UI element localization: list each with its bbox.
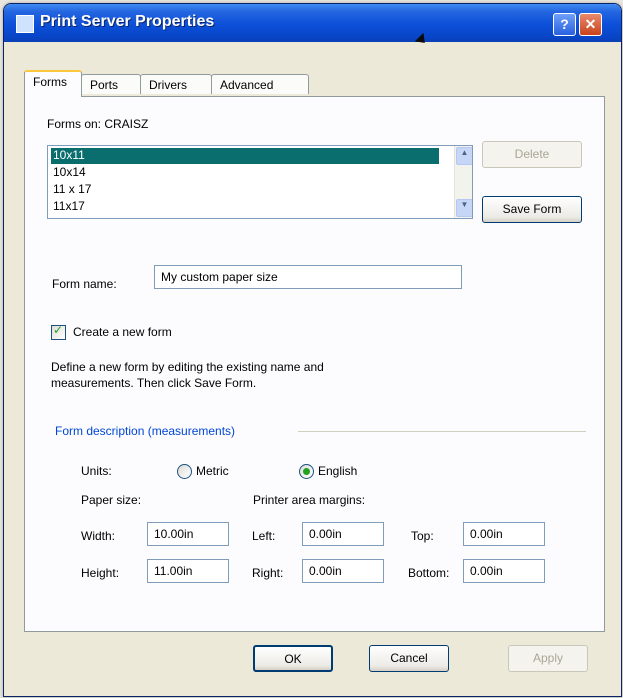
close-button[interactable]: ✕ [579, 13, 602, 36]
apply-button[interactable]: Apply [508, 645, 588, 672]
delete-button[interactable]: Delete [482, 141, 582, 168]
mouse-cursor-icon [414, 32, 430, 48]
left-margin-field[interactable]: 0.00in [302, 522, 384, 546]
tab-advanced[interactable]: Advanced [211, 74, 309, 94]
create-new-form-checkbox[interactable] [51, 323, 66, 340]
tab-ports[interactable]: Ports [81, 74, 141, 94]
units-label: Units: [81, 464, 112, 478]
height-label: Height: [81, 566, 120, 580]
save-form-button[interactable]: Save Form [482, 196, 582, 223]
width-label: Width: [81, 529, 116, 543]
help-button[interactable]: ? [553, 13, 576, 36]
form-name-field[interactable]: My custom paper size [154, 265, 462, 289]
tab-forms[interactable]: Forms [24, 70, 82, 97]
top-margin-field[interactable]: 0.00in [463, 522, 545, 546]
title-bar[interactable]: Print Server Properties ? ✕ [4, 4, 621, 48]
list-item[interactable]: 11x17 [51, 199, 85, 215]
metric-radio[interactable] [177, 464, 192, 479]
list-item[interactable]: 10x14 [51, 165, 86, 181]
list-scrollbar[interactable]: ▲ ▼ [454, 146, 472, 218]
right-margin-field[interactable]: 0.00in [302, 559, 384, 583]
right-margin-label: Right: [252, 566, 284, 580]
english-label[interactable]: English [318, 464, 357, 478]
printer-area-margins-label: Printer area margins: [253, 493, 366, 507]
top-margin-label: Top: [411, 529, 434, 543]
metric-label[interactable]: Metric [196, 464, 229, 478]
form-description-group-title: Form description (measurements) [55, 424, 236, 438]
left-margin-label: Left: [252, 529, 276, 543]
paper-size-label: Paper size: [81, 493, 142, 507]
bottom-margin-field[interactable]: 0.00in [463, 559, 545, 583]
list-item[interactable]: 11 x 17 [51, 182, 91, 198]
forms-on-label: Forms on: CRAISZ [47, 117, 149, 131]
forms-listbox[interactable]: 10x11 10x14 11 x 17 11x17 ▲ ▼ [47, 145, 473, 219]
bottom-margin-label: Bottom: [408, 566, 450, 580]
width-field[interactable]: 10.00in [147, 522, 229, 546]
tab-drivers[interactable]: Drivers [140, 74, 212, 94]
forms-tab-panel: Forms on: CRAISZ 10x11 10x14 11 x 17 11x… [24, 96, 605, 632]
description-line-1: Define a new form by editing the existin… [51, 360, 324, 374]
height-field[interactable]: 11.00in [147, 559, 229, 583]
ok-button[interactable]: OK [253, 645, 333, 672]
description-line-2: measurements. Then click Save Form. [51, 376, 257, 390]
group-divider [298, 431, 586, 432]
print-server-properties-window: Print Server Properties ? ✕ Forms Ports … [3, 3, 622, 697]
scroll-down-arrow-icon[interactable]: ▼ [456, 199, 472, 217]
scroll-up-arrow-icon[interactable]: ▲ [456, 147, 472, 165]
create-new-form-label[interactable]: Create a new form [73, 325, 172, 339]
window-title: Print Server Properties [40, 13, 215, 30]
form-name-label: Form name: [52, 277, 117, 291]
english-radio[interactable] [299, 464, 314, 479]
cancel-button[interactable]: Cancel [369, 645, 449, 672]
printer-icon [16, 15, 34, 33]
list-item[interactable]: 10x11 [50, 147, 440, 165]
